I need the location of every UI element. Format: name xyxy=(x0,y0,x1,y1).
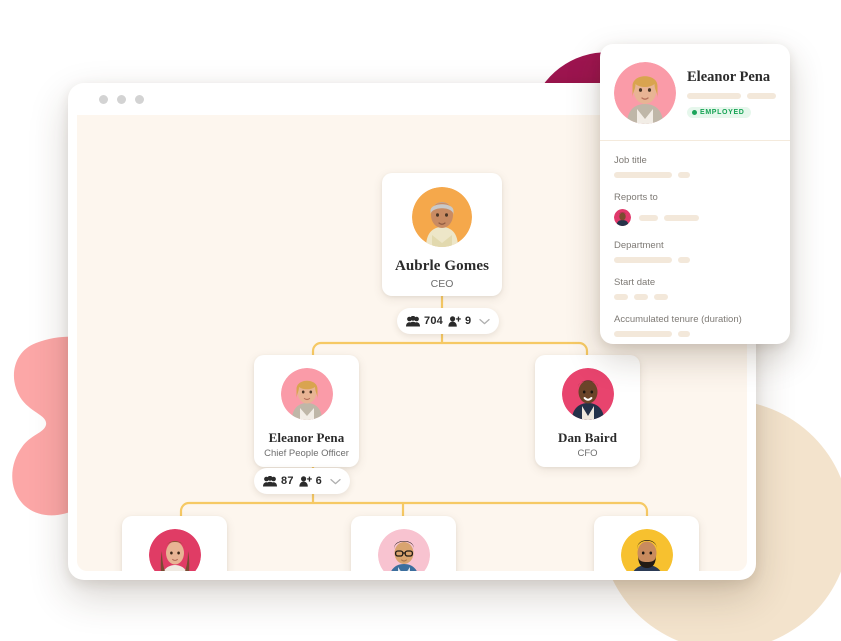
field-label: Accumulated tenure (duration) xyxy=(614,314,742,325)
total-reports-group: 87 xyxy=(263,475,294,487)
screenshot-root: Aubrle Gomes CEO 704 9 Eleanor Pena Chie… xyxy=(0,0,841,641)
field-value-placeholders xyxy=(614,257,776,263)
group-icon xyxy=(263,475,277,486)
chevron-down-icon[interactable] xyxy=(479,318,490,325)
chevron-down-icon[interactable] xyxy=(330,478,341,485)
org-node-name: Eleanor Pena xyxy=(268,430,345,445)
avatar-aldo-villan xyxy=(620,529,673,571)
field-department: Department xyxy=(614,240,776,263)
org-node-role: CEO xyxy=(430,278,454,290)
field-label: Job title xyxy=(614,155,647,166)
direct-reports-group: 6 xyxy=(299,475,322,487)
field-value-placeholders xyxy=(614,172,776,178)
field-value-placeholders xyxy=(614,294,776,300)
status-badge: EMPLOYED xyxy=(687,107,752,118)
total-reports-group: 704 xyxy=(406,315,443,327)
field-label: Department xyxy=(614,240,664,251)
org-node-name: Dan Baird xyxy=(557,430,618,445)
direct-reports-group: 9 xyxy=(448,315,471,327)
avatar-eleanor-pena xyxy=(280,368,333,420)
org-node-cfo[interactable]: Dan Baird CFO xyxy=(535,355,640,467)
placeholder-bar xyxy=(614,172,672,178)
field-reports-to: Reports to xyxy=(614,192,776,226)
field-label: Start date xyxy=(614,277,656,288)
org-node-cpo[interactable]: Eleanor Pena Chief People Officer xyxy=(254,355,359,467)
field-value-placeholders xyxy=(614,331,776,337)
detail-panel-header-placeholders xyxy=(687,93,776,99)
count-pill-ceo[interactable]: 704 9 xyxy=(397,308,500,334)
total-reports-count: 87 xyxy=(281,475,294,487)
direct-reports-count: 9 xyxy=(464,315,472,327)
reports-to-avatar xyxy=(614,209,631,226)
status-dot-icon xyxy=(692,110,697,115)
placeholder-bar xyxy=(654,294,668,300)
placeholder-bar xyxy=(639,214,658,221)
placeholder-bar xyxy=(614,294,628,300)
org-node-ceo[interactable]: Aubrle Gomes CEO xyxy=(382,173,502,296)
field-value-placeholders xyxy=(614,209,776,226)
field-label: Reports to xyxy=(614,192,658,203)
placeholder-bar xyxy=(664,214,699,221)
placeholder-bar xyxy=(614,331,672,337)
org-node-carol-bates[interactable]: Carol Bates Head of People xyxy=(122,516,227,571)
detail-panel-header: Eleanor Pena EMPLOYED xyxy=(600,44,790,141)
org-node-joshua-tyler[interactable]: Joshua Tyler Director of Benefits xyxy=(351,516,456,571)
field-accumulated-tenure: Accumulated tenure (duration) xyxy=(614,314,776,337)
window-close-dot[interactable] xyxy=(135,94,144,104)
window-minimize-dot[interactable] xyxy=(99,94,108,104)
detail-panel-avatar xyxy=(614,62,676,124)
org-node-role: Chief People Officer xyxy=(264,448,349,459)
org-node-role: CFO xyxy=(577,448,598,459)
placeholder-bar xyxy=(678,257,690,263)
detail-panel-body: Job title Reports to Department Start da… xyxy=(600,141,790,337)
avatar-dan-baird xyxy=(561,368,614,420)
detail-panel-person-name: Eleanor Pena xyxy=(687,69,771,85)
direct-reports-count: 6 xyxy=(315,475,322,487)
detail-panel-header-info: Eleanor Pena EMPLOYED xyxy=(687,62,776,120)
person-add-icon xyxy=(448,315,461,327)
total-reports-count: 704 xyxy=(424,315,443,327)
count-pill-cpo[interactable]: 87 6 xyxy=(254,468,350,494)
window-maximize-dot[interactable] xyxy=(117,94,126,104)
group-icon xyxy=(406,315,420,326)
employee-detail-panel[interactable]: Eleanor Pena EMPLOYED Job title Reports … xyxy=(600,44,790,344)
person-add-icon xyxy=(299,475,312,487)
placeholder-bar xyxy=(634,294,648,300)
avatar-joshua-tyler xyxy=(377,529,430,571)
avatar-aubrle-gomes xyxy=(412,187,472,247)
avatar-carol-bates xyxy=(148,529,201,571)
status-badge-label: EMPLOYED xyxy=(700,109,745,116)
placeholder-bar xyxy=(747,93,776,99)
field-job-title: Job title xyxy=(614,155,776,178)
placeholder-bar xyxy=(678,331,690,337)
placeholder-bar xyxy=(678,172,690,178)
org-node-name: Aubrle Gomes xyxy=(394,258,490,274)
field-start-date: Start date xyxy=(614,277,776,300)
org-node-aldo-villan[interactable]: Aldo Villan VP People xyxy=(594,516,699,571)
placeholder-bar xyxy=(614,257,672,263)
placeholder-bar xyxy=(687,93,742,99)
